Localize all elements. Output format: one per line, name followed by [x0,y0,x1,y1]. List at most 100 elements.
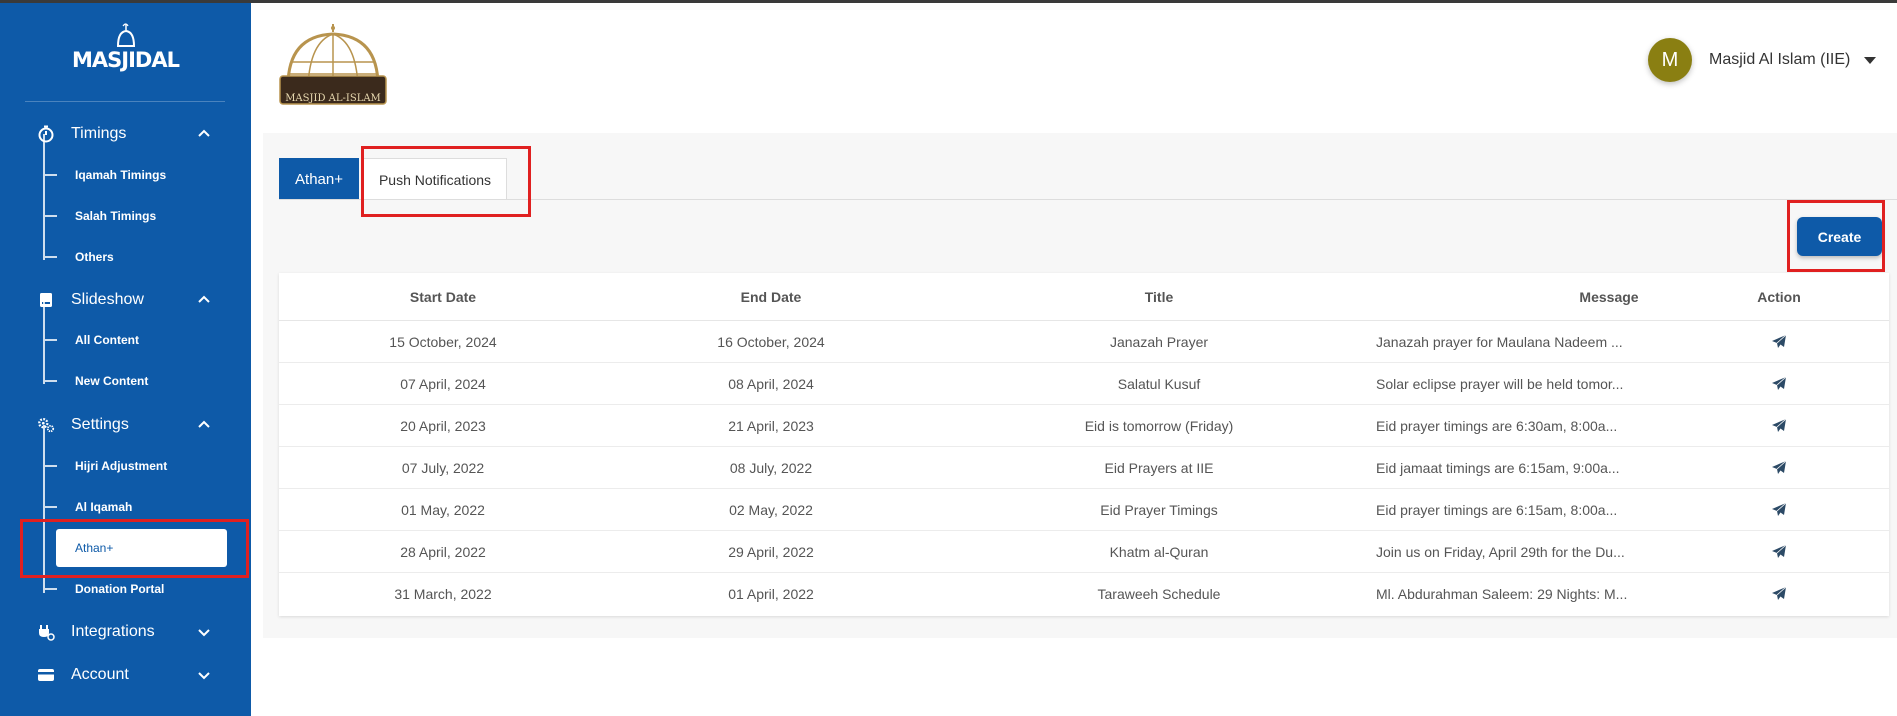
sidebar-item-hijri-adjustment[interactable]: Hijri Adjustment [43,451,233,481]
sidebar-section-label: Timings [71,125,127,142]
cell-start-date: 07 July, 2022 [401,460,485,476]
table-row[interactable]: 07 July, 2022 08 July, 2022 Eid Prayers … [279,447,1889,489]
user-name[interactable]: Masjid Al Islam (IIE) [1709,51,1850,69]
settings-gears-icon [37,416,55,434]
sidebar-section-label: Settings [71,416,129,433]
send-icon[interactable] [1771,460,1787,476]
cell-title: Khatm al-Quran [1109,544,1209,560]
send-icon[interactable] [1771,376,1787,392]
tab-athan-plus[interactable]: Athan+ [279,158,359,200]
sidebar-item-label: Athan+ [75,541,114,555]
tab-push-notifications[interactable]: Push Notifications [363,158,507,200]
send-icon[interactable] [1771,502,1787,518]
chevron-up-icon[interactable] [197,127,211,141]
send-icon[interactable] [1771,334,1787,350]
timer-icon [37,125,55,143]
card-icon [37,666,55,684]
sidebar-section-label: Integrations [71,623,155,640]
sidebar: MASJIDAL Timings Iqamah Timings Salah Ti… [0,0,251,716]
table-header: Start Date End Date Title Message Action [279,273,1889,321]
chevron-up-icon[interactable] [197,418,211,432]
cell-title: Taraweeh Schedule [1097,586,1221,602]
column-header-title[interactable]: Title [959,273,1359,321]
cell-message: Eid prayer timings are 6:30am, 8:00a... [1376,418,1618,434]
table-row[interactable]: 28 April, 2022 29 April, 2022 Khatm al-Q… [279,531,1889,573]
masjidal-logo[interactable]: MASJIDAL [0,22,251,72]
table-row[interactable]: 01 May, 2022 02 May, 2022 Eid Prayer Tim… [279,489,1889,531]
sidebar-section-label: Account [71,666,129,683]
brand-logo-text: MASJID AL-ISLAM [285,93,381,104]
sidebar-item-others[interactable]: Others [43,242,233,272]
cell-start-date: 28 April, 2022 [400,544,486,560]
sidebar-item-label: Hijri Adjustment [75,459,168,473]
notifications-table: Start Date End Date Title Message Action… [279,273,1889,616]
cell-start-date: 15 October, 2024 [389,334,497,350]
cell-title: Janazah Prayer [1109,334,1209,350]
cell-message: Janazah prayer for Maulana Nadeem ... [1376,334,1623,350]
sidebar-item-iqamah-timings[interactable]: Iqamah Timings [43,160,233,190]
window-top-border [0,0,1897,3]
user-menu[interactable]: M Masjid Al Islam (IIE) [1648,37,1888,83]
send-icon[interactable] [1771,544,1787,560]
column-header-message[interactable]: Message [1509,273,1709,321]
sidebar-section-account[interactable]: Account [0,660,251,690]
avatar[interactable]: M [1648,38,1692,82]
cell-message: Ml. Abdurahman Saleem: 29 Nights: M... [1376,586,1628,602]
cell-start-date: 31 March, 2022 [394,586,492,602]
sidebar-section-settings[interactable]: Settings [0,410,251,440]
table-row[interactable]: 31 March, 2022 01 April, 2022 Taraweeh S… [279,573,1889,615]
cell-title: Eid Prayer Timings [1100,502,1218,518]
table-row[interactable]: 15 October, 2024 16 October, 2024 Janaza… [279,321,1889,363]
sidebar-item-al-iqamah[interactable]: Al Iqamah [43,492,233,522]
cell-end-date: 08 July, 2022 [729,460,813,476]
column-header-start-date[interactable]: Start Date [279,273,607,321]
masjid-al-islam-logo[interactable]: MASJID AL-ISLAM [278,22,388,106]
sidebar-item-athan-plus[interactable]: Athan+ [56,529,227,567]
caret-down-icon[interactable] [1864,56,1877,64]
table-row[interactable]: 20 April, 2023 21 April, 2023 Eid is tom… [279,405,1889,447]
sidebar-section-timings[interactable]: Timings [0,119,251,149]
logo-text: MASJIDAL [72,48,180,72]
cell-message: Join us on Friday, April 29th for the Du… [1376,544,1625,560]
cell-title: Eid Prayers at IIE [1104,460,1214,476]
sidebar-item-label: New Content [75,374,149,388]
cell-message: Solar eclipse prayer will be held tomor.… [1376,376,1624,392]
sidebar-item-label: Others [75,250,114,264]
column-header-end-date[interactable]: End Date [607,273,935,321]
send-icon[interactable] [1771,418,1787,434]
sidebar-item-new-content[interactable]: New Content [43,366,233,396]
cell-title: Eid is tomorrow (Friday) [1084,418,1234,434]
chevron-up-icon[interactable] [197,293,211,307]
sidebar-item-label: Donation Portal [75,582,165,596]
plug-icon [37,623,55,641]
cell-start-date: 20 April, 2023 [400,418,486,434]
cell-message: Eid jamaat timings are 6:15am, 9:00a... [1376,460,1620,476]
sidebar-item-label: Salah Timings [75,209,157,223]
cell-end-date: 16 October, 2024 [717,334,825,350]
cell-start-date: 07 April, 2024 [400,376,486,392]
chevron-down-icon[interactable] [197,668,211,682]
sidebar-item-all-content[interactable]: All Content [43,325,233,355]
cell-end-date: 02 May, 2022 [729,502,813,518]
dome-icon [116,23,136,47]
cell-title: Salatul Kusuf [1117,376,1201,392]
cell-start-date: 01 May, 2022 [401,502,485,518]
sidebar-item-donation-portal[interactable]: Donation Portal [43,574,233,604]
create-button[interactable]: Create [1797,217,1882,256]
sidebar-item-label: Iqamah Timings [75,168,167,182]
sidebar-section-slideshow[interactable]: Slideshow [0,285,251,315]
tab-divider [279,199,1897,200]
sidebar-section-label: Slideshow [71,291,144,308]
cell-end-date: 01 April, 2022 [728,586,814,602]
cell-message: Eid prayer timings are 6:15am, 8:00a... [1376,502,1618,518]
column-header-action: Action [1757,289,1801,305]
send-icon[interactable] [1771,586,1787,602]
sidebar-item-label: Al Iqamah [75,500,133,514]
sidebar-item-salah-timings[interactable]: Salah Timings [43,201,233,231]
cell-end-date: 21 April, 2023 [728,418,814,434]
chevron-down-icon[interactable] [197,625,211,639]
slideshow-icon [37,291,55,309]
cell-end-date: 08 April, 2024 [728,376,814,392]
table-row[interactable]: 07 April, 2024 08 April, 2024 Salatul Ku… [279,363,1889,405]
sidebar-section-integrations[interactable]: Integrations [0,617,251,647]
